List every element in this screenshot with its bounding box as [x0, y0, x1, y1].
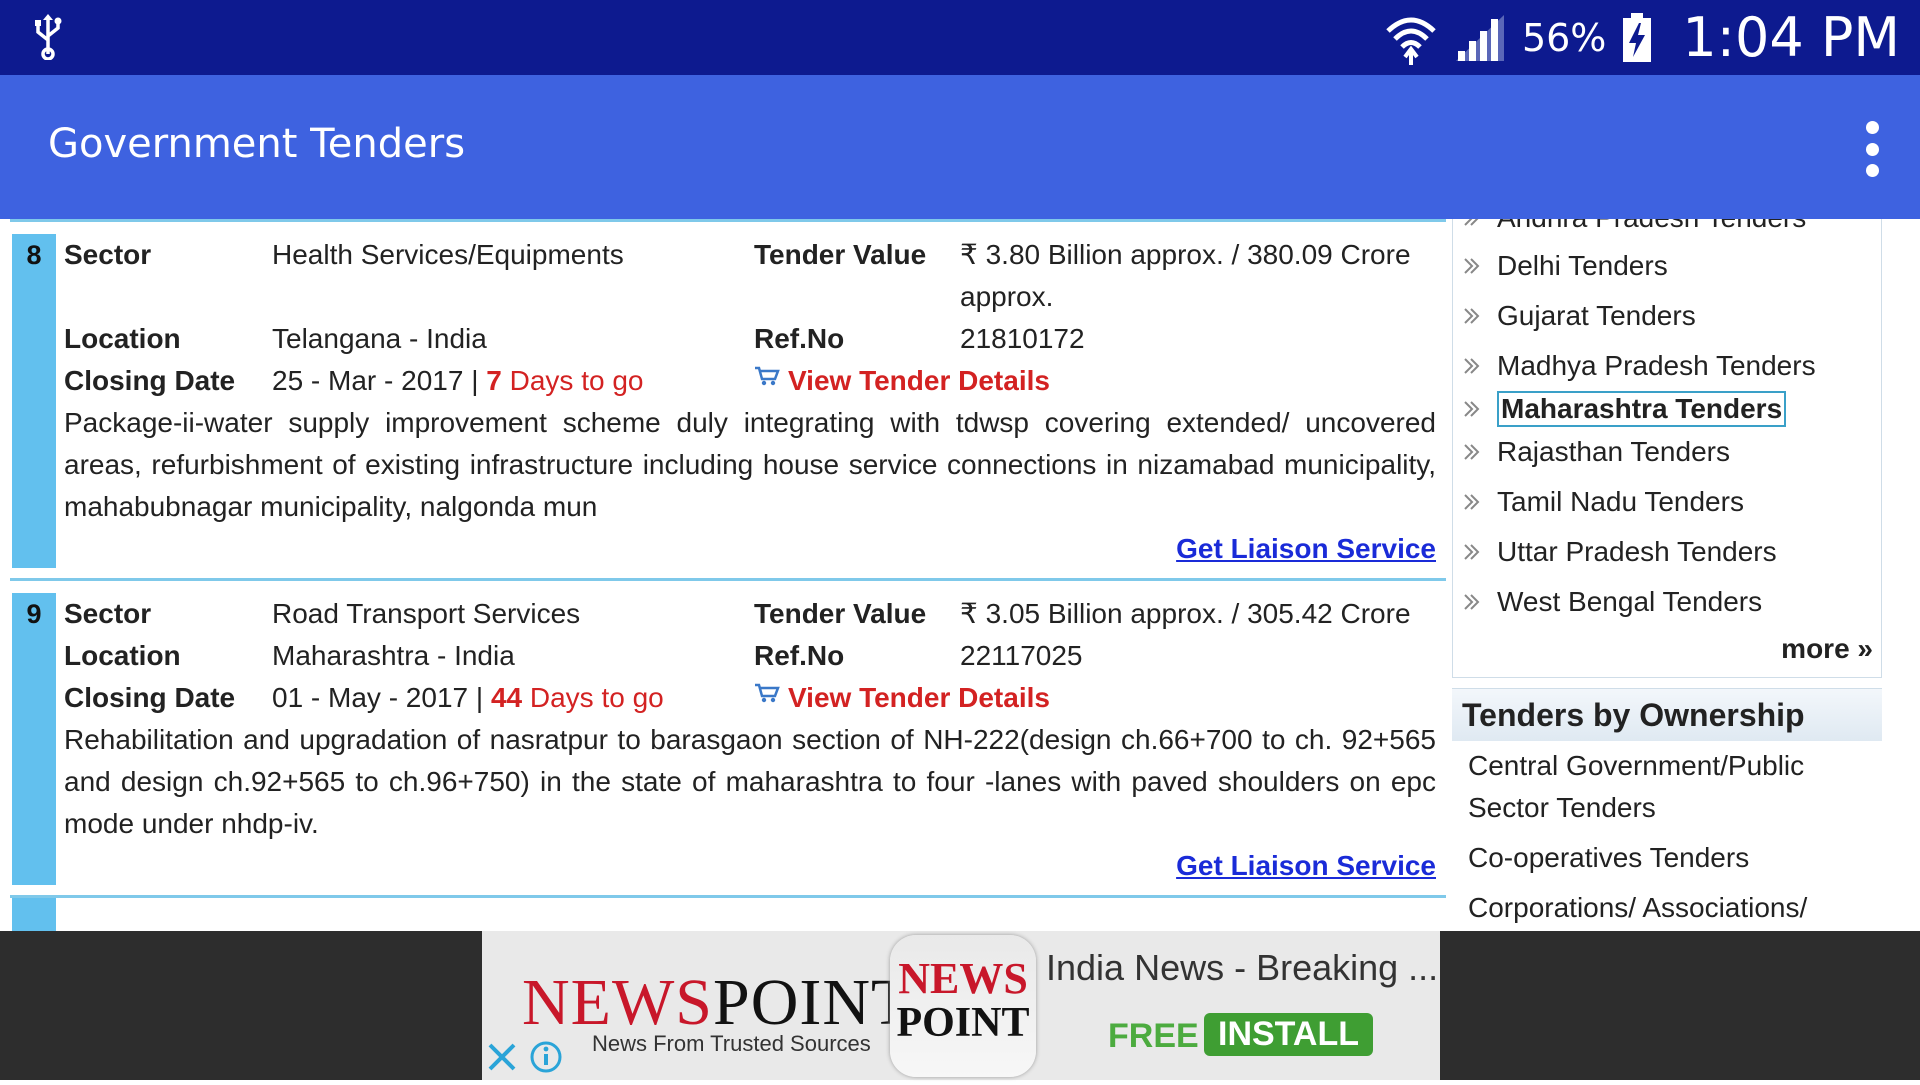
- wifi-icon: [1386, 17, 1436, 65]
- tender-description: Package-ii-water supply improvement sche…: [64, 407, 1436, 522]
- arrow-right-icon: [1464, 544, 1480, 560]
- sidebar-item-tamil-nadu[interactable]: Tamil Nadu Tenders: [1463, 477, 1873, 527]
- ad-info-icon[interactable]: [526, 1034, 566, 1080]
- arrow-right-icon: [1464, 258, 1480, 274]
- closing-date-label: Closing Date: [64, 682, 236, 713]
- more-link[interactable]: more »: [1463, 631, 1873, 667]
- sidebar-item-maharashtra[interactable]: Maharashtra Tenders: [1463, 391, 1873, 427]
- ad-headline: India News - Breaking ...: [1046, 947, 1439, 988]
- days-to-go: Days to go: [529, 682, 664, 713]
- arrow-right-icon: [1464, 358, 1480, 374]
- sidebar-item-delhi[interactable]: Delhi Tenders: [1463, 241, 1873, 291]
- closing-date-value: 01 - May - 2017 | 44 Days to go: [272, 682, 664, 713]
- status-bar: 56% 1:04 PM: [0, 0, 1920, 75]
- ref-no-label: Ref.No: [754, 323, 845, 354]
- ad-banner[interactable]: NEWSPOINT News From Trusted Sources NEWS…: [482, 931, 1440, 1080]
- app-bar: Government Tenders: [0, 75, 1920, 219]
- arrow-right-icon: [1464, 219, 1479, 226]
- tender-list: 8 Sector Health Services/Equipments Tend…: [10, 219, 1446, 931]
- tender-card: 8 Sector Health Services/Equipments Tend…: [10, 219, 1446, 578]
- cart-icon: [755, 366, 780, 386]
- sector-value: Health Services/Equipments: [272, 239, 624, 270]
- view-tender-details-link[interactable]: View Tender Details: [754, 360, 1436, 402]
- tender-number: 9: [26, 599, 42, 629]
- sidebar-item-gujarat[interactable]: Gujarat Tenders: [1463, 291, 1873, 341]
- page-title: Government Tenders: [48, 121, 466, 167]
- get-liaison-service-link[interactable]: Get Liaison Service: [64, 845, 1436, 895]
- tender-number: 8: [26, 240, 42, 270]
- usb-icon: [35, 14, 62, 60]
- tender-description: Rehabilitation and upgradation of nasrat…: [64, 724, 1436, 839]
- location-label: Location: [64, 323, 181, 354]
- sector-label: Sector: [64, 239, 152, 270]
- arrow-right-icon: [1464, 401, 1480, 417]
- sidebar-item-co-operatives[interactable]: Co-operatives Tenders: [1452, 833, 1882, 883]
- arrow-right-icon: [1464, 308, 1480, 324]
- tender-value-label: Tender Value: [754, 239, 927, 270]
- ref-no-value: 22117025: [960, 640, 1083, 671]
- view-tender-details-link[interactable]: View Tender Details: [754, 677, 1436, 719]
- arrow-right-icon: [1464, 494, 1480, 510]
- closing-date-value: 25 - Mar - 2017 | 7 Days to go: [272, 365, 644, 396]
- tenders-by-state-box: Andhra Pradesh Tenders Delhi Tenders Guj…: [1452, 219, 1882, 678]
- arrow-right-icon: [1464, 594, 1480, 610]
- days-count: 44: [490, 682, 523, 713]
- ownership-heading: Tenders by Ownership: [1452, 688, 1882, 741]
- location-value: Telangana - India: [272, 323, 487, 354]
- sidebar-item-rajasthan[interactable]: Rajasthan Tenders: [1463, 427, 1873, 477]
- closing-date-label: Closing Date: [64, 365, 236, 396]
- next-tender-stub: [10, 895, 1446, 931]
- ad-free-label: FREE: [1108, 1017, 1199, 1055]
- cart-icon: [755, 683, 780, 703]
- ad-tagline: News From Trusted Sources: [592, 1031, 871, 1056]
- content-area[interactable]: 8 Sector Health Services/Equipments Tend…: [0, 219, 1920, 931]
- location-label: Location: [64, 640, 181, 671]
- tender-card: 9 Sector Road Transport Services Tender …: [10, 578, 1446, 895]
- sector-label: Sector: [64, 598, 152, 629]
- ref-no-value: 21810172: [960, 323, 1085, 354]
- tender-value: ₹ 3.05 Billion approx. / 305.42 Crore: [960, 598, 1411, 629]
- sidebar-item-uttar-pradesh[interactable]: Uttar Pradesh Tenders: [1463, 527, 1873, 577]
- days-count: 7: [486, 365, 502, 396]
- signal-icon: [1455, 14, 1504, 61]
- clock: 1:04 PM: [1682, 6, 1900, 69]
- overflow-menu-icon[interactable]: [1864, 121, 1880, 177]
- tender-value-label: Tender Value: [754, 598, 927, 629]
- sidebar-item-west-bengal[interactable]: West Bengal Tenders: [1463, 577, 1873, 627]
- battery-charging-icon: [1623, 12, 1652, 62]
- get-liaison-service-link[interactable]: Get Liaison Service: [64, 528, 1436, 578]
- days-to-go: Days to go: [509, 365, 644, 396]
- sidebar: Andhra Pradesh Tenders Delhi Tenders Guj…: [1452, 219, 1882, 931]
- ad-bar: NEWSPOINT News From Trusted Sources NEWS…: [0, 931, 1920, 1080]
- tender-value: ₹ 3.80 Billion approx. / 380.09 Crore ap…: [960, 239, 1411, 312]
- sidebar-item-central-government[interactable]: Central Government/Public Sector Tenders: [1452, 741, 1882, 833]
- arrow-right-icon: [1464, 444, 1480, 460]
- sidebar-item-andhra-pradesh[interactable]: Andhra Pradesh Tenders: [1463, 219, 1873, 241]
- ad-app-icon: NEWS POINT: [890, 935, 1036, 1077]
- sidebar-item-madhya-pradesh[interactable]: Madhya Pradesh Tenders: [1463, 341, 1873, 391]
- location-value: Maharashtra - India: [272, 640, 515, 671]
- sidebar-item-corporations[interactable]: Corporations/ Associations/: [1452, 883, 1882, 931]
- ad-close-icon[interactable]: [482, 1034, 522, 1080]
- sector-value: Road Transport Services: [272, 598, 581, 629]
- ref-no-label: Ref.No: [754, 640, 845, 671]
- battery-percent: 56%: [1521, 15, 1607, 60]
- install-button[interactable]: INSTALL: [1204, 1013, 1374, 1056]
